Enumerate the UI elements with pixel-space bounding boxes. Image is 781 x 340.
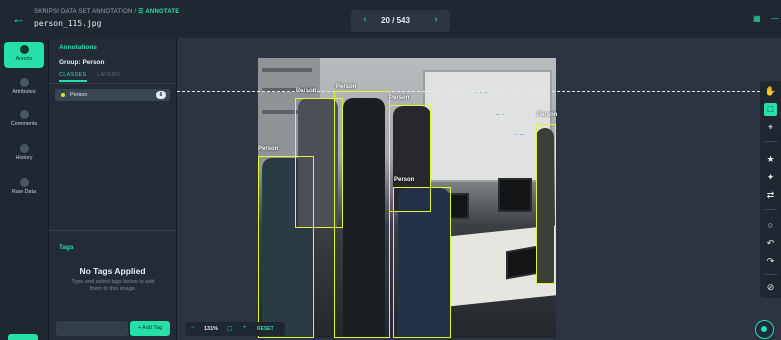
bbox-label: Person	[394, 177, 415, 183]
panel-title: Annotations	[59, 44, 97, 51]
file-name: person_115.jpg	[34, 19, 102, 28]
zoom-reset-button[interactable]: RESET	[257, 326, 274, 332]
no-tags-title: No Tags Applied	[79, 266, 146, 276]
bbox-label: Person	[296, 88, 317, 94]
bounding-box-tool-icon[interactable]: □	[764, 103, 777, 116]
pan-hand-icon[interactable]: ✋	[764, 85, 777, 98]
divider	[49, 230, 176, 231]
rail-bottom-button[interactable]	[8, 334, 38, 340]
undo-icon[interactable]: ↶	[764, 237, 777, 250]
image-pager: ‹ 20 / 543 ›	[351, 10, 450, 32]
bbox-label: Person	[258, 146, 279, 152]
more-icon[interactable]: —	[771, 14, 779, 23]
zoom-level: 131%	[204, 326, 219, 332]
crosshair-guide	[177, 91, 760, 92]
raw-data-icon	[19, 178, 29, 187]
rail-item-comments[interactable]: Comments	[4, 110, 44, 127]
rail-item-label: Annots	[15, 56, 33, 62]
annotations-icon	[19, 45, 29, 54]
chevron-right-icon[interactable]: ›	[429, 14, 443, 25]
fit-screen-icon[interactable]: ▢	[227, 325, 233, 332]
zoom-controls: − 131% ▢ + RESET	[185, 322, 285, 336]
bbox-label: Person	[389, 95, 410, 101]
history-icon	[19, 144, 29, 153]
grid-view-icon[interactable]: ▦	[753, 14, 761, 23]
zoom-out-icon[interactable]: −	[191, 325, 195, 331]
tab-layers[interactable]: LAYERS	[97, 72, 120, 78]
repeat-icon[interactable]: ⇄	[764, 189, 777, 202]
rail-item-history[interactable]: History	[4, 144, 44, 161]
rail-item-label: Attributes	[12, 89, 36, 95]
breadcrumb-current: ☰ ANNOTATE	[138, 9, 180, 15]
class-label: Person	[70, 92, 88, 98]
comment-icon[interactable]: ○	[764, 219, 777, 232]
annotations-panel: Annotations Group: Person CLASSES LAYERS…	[49, 38, 177, 340]
comments-icon	[19, 110, 29, 119]
divider	[49, 83, 176, 84]
class-color-dot	[61, 93, 65, 97]
add-tag-button[interactable]: + Add Tag	[130, 321, 170, 336]
chevron-left-icon[interactable]: ‹	[358, 14, 372, 25]
bbox-label: Person	[537, 112, 558, 118]
whiteboard: ~ ~ ~ ~~ ~ ~ ~~	[423, 70, 552, 182]
active-tab-underline	[59, 80, 87, 82]
magic-wand-icon[interactable]: ✦	[764, 171, 777, 184]
bbox-label: Person	[336, 84, 357, 90]
rail-item-label: Raw Data	[11, 189, 37, 195]
attributes-icon	[19, 78, 29, 87]
polygon-tool-icon[interactable]: ⌖	[764, 121, 777, 134]
rail-item-raw-data[interactable]: Raw Data	[4, 178, 44, 195]
top-bar: ← SKRIPSI DATA SET ANNOTATION / ☰ ANNOTA…	[0, 0, 781, 39]
tab-classes[interactable]: CLASSES	[59, 72, 86, 78]
bounding-box[interactable]	[536, 124, 556, 284]
bounding-box[interactable]	[334, 91, 390, 338]
tool-palette: ✋ □ ⌖ ★ ✦ ⇄ ○ ↶ ↷ ⊘	[760, 81, 781, 298]
help-icon	[761, 326, 767, 332]
bounding-box[interactable]	[393, 187, 451, 338]
rail-item-attributes[interactable]: Attributes	[4, 78, 44, 95]
clear-icon[interactable]: ⊘	[764, 281, 777, 294]
no-tags-description: Type and select tags below to add them t…	[71, 279, 155, 292]
breadcrumb: SKRIPSI DATA SET ANNOTATION / ☰ ANNOTATE	[34, 8, 179, 15]
class-row-person[interactable]: Person 6	[55, 89, 170, 101]
rail-item-annots[interactable]: Annots	[4, 42, 44, 68]
class-count-badge: 6	[156, 91, 166, 99]
smart-tool-icon[interactable]: ★	[764, 153, 777, 166]
annotation-canvas[interactable]: ~ ~ ~ ~~ ~ ~ ~~ Person Person Person Per…	[177, 38, 781, 340]
rail-item-label: Comments	[10, 121, 38, 127]
tags-title: Tags	[59, 244, 74, 251]
monitor	[498, 178, 532, 212]
zoom-in-icon[interactable]: +	[243, 325, 247, 331]
help-button[interactable]	[755, 320, 774, 339]
left-rail: Annots Attributes Comments History Raw D…	[0, 38, 49, 340]
breadcrumb-project[interactable]: SKRIPSI DATA SET ANNOTATION /	[34, 9, 136, 15]
group-name: Group: Person	[59, 59, 105, 66]
rail-item-label: History	[15, 155, 33, 161]
redo-icon[interactable]: ↷	[764, 255, 777, 268]
back-arrow-icon[interactable]: ←	[12, 12, 25, 25]
tag-input[interactable]	[56, 321, 128, 336]
image-counter: 20 / 543	[381, 16, 410, 25]
